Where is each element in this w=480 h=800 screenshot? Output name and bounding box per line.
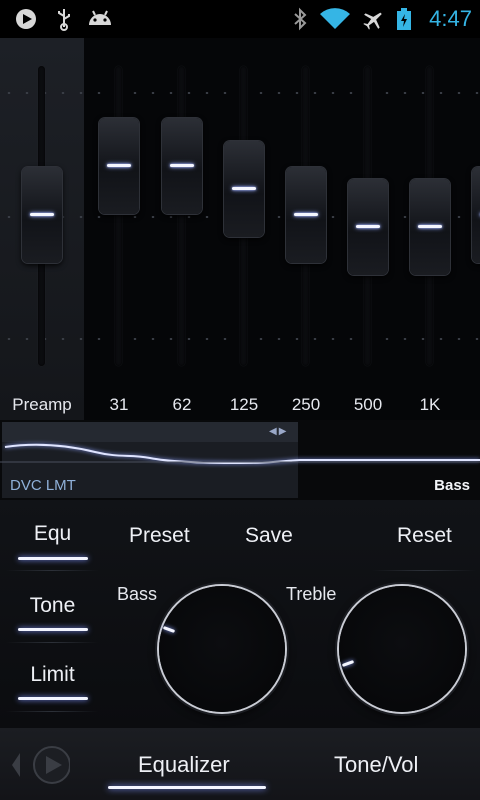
band-label: 250 (291, 395, 321, 414)
divider (6, 642, 98, 643)
knob-indicator (162, 626, 176, 633)
status-bar: 4:47 (0, 0, 480, 38)
slider-handle[interactable] (348, 179, 388, 275)
band-label: 1K (419, 395, 441, 414)
bass-knob-label: Bass (117, 584, 158, 604)
slider-handle[interactable] (410, 179, 450, 275)
preset-button[interactable]: Preset (129, 524, 190, 548)
slider-handle[interactable] (224, 141, 264, 237)
tab-tone[interactable]: Tone (0, 594, 105, 654)
slider-handle[interactable] (162, 118, 202, 214)
slider-band-31[interactable] (89, 38, 149, 420)
tab-underline (18, 697, 88, 700)
divider (6, 570, 98, 571)
slider-track (115, 66, 122, 366)
playback-control-icon[interactable] (4, 746, 70, 784)
airplane-icon (363, 12, 382, 30)
eq-curve (0, 443, 480, 465)
wifi-icon (320, 8, 350, 29)
slider-preamp[interactable] (12, 38, 72, 420)
slider-handle[interactable] (286, 167, 326, 263)
band-label: 62 (172, 395, 192, 414)
play-icon (16, 9, 36, 29)
reset-button[interactable]: Reset (397, 524, 452, 548)
band-label: 125 (229, 395, 259, 414)
slider-band-1k[interactable] (400, 38, 460, 420)
android-icon (89, 10, 111, 25)
tab-tone-label: Tone (29, 594, 76, 617)
slider-handle[interactable] (22, 167, 62, 263)
tab-equ[interactable]: Equ (0, 522, 105, 582)
tab-active-underline (18, 557, 88, 560)
divider (372, 570, 476, 571)
slider-band-125[interactable] (214, 38, 274, 420)
clock: 4:47 (429, 6, 472, 31)
slider-band-62[interactable] (152, 38, 212, 420)
tab-underline (18, 628, 88, 631)
bass-indicator-label: Bass (434, 477, 470, 494)
dvc-limit-label: DVC LMT (10, 477, 76, 494)
treble-knob-label: Treble (286, 584, 337, 604)
slider-handle[interactable] (99, 118, 139, 214)
tab-limit[interactable]: Limit (0, 663, 105, 723)
battery-icon (397, 8, 411, 30)
slider-track (178, 66, 185, 366)
slider-band-250[interactable] (276, 38, 336, 420)
tab-tone-vol[interactable]: Tone/Vol (334, 752, 418, 778)
band-label: 31 (109, 395, 129, 414)
eq-curve-panel[interactable]: ◀▶ DVC LMT Bass (0, 420, 480, 500)
knob-indicator (341, 660, 355, 667)
slider-band-next-partial[interactable] (462, 38, 480, 420)
divider (6, 711, 98, 712)
treble-knob[interactable] (339, 586, 465, 712)
tab-equalizer[interactable]: Equalizer (138, 752, 230, 778)
bottom-bar: Equalizer Tone/Vol (0, 728, 480, 800)
controls-panel: Equ Tone Limit Preset Save Reset Bass Tr… (0, 500, 480, 728)
tab-limit-label: Limit (30, 663, 75, 686)
equalizer-area (0, 38, 480, 420)
save-button[interactable]: Save (245, 524, 293, 548)
usb-icon (58, 9, 70, 31)
slider-band-500[interactable] (338, 38, 398, 420)
bluetooth-icon (294, 7, 307, 31)
bass-knob[interactable] (159, 586, 285, 712)
band-label: 500 (353, 395, 383, 414)
tab-equ-label: Equ (33, 522, 72, 545)
slider-handle[interactable] (472, 167, 480, 263)
tab-active-underline (108, 786, 266, 789)
preamp-label: Preamp (12, 395, 72, 414)
